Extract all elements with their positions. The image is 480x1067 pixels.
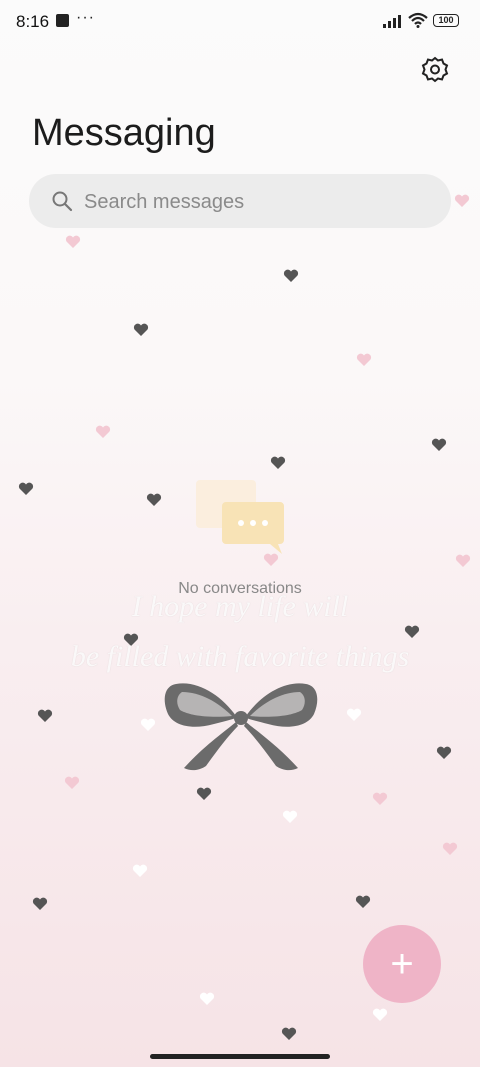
search-icon bbox=[52, 191, 73, 212]
status-time: 8:16 bbox=[16, 12, 50, 31]
heart-icon bbox=[18, 482, 34, 495]
more-notifications-icon: ··· bbox=[76, 9, 95, 26]
heart-icon bbox=[436, 746, 452, 759]
wallpaper-quote-line2: be filled with favorite things bbox=[70, 640, 410, 673]
heart-icon bbox=[132, 864, 148, 877]
heart-icon bbox=[64, 776, 80, 789]
heart-icon bbox=[404, 625, 420, 638]
search-bar[interactable]: Search messages bbox=[29, 174, 451, 228]
heart-icon bbox=[283, 269, 299, 282]
bow-icon bbox=[164, 683, 318, 771]
notification-icon bbox=[56, 14, 69, 27]
settings-gear-icon[interactable] bbox=[420, 55, 450, 85]
heart-icon bbox=[372, 792, 388, 805]
heart-icon bbox=[355, 895, 371, 908]
wifi-icon bbox=[408, 12, 428, 28]
heart-icon bbox=[196, 787, 212, 800]
heart-icon bbox=[270, 456, 286, 469]
status-bar: 8:16 ··· 100 bbox=[0, 0, 480, 44]
heart-icon bbox=[454, 194, 470, 207]
heart-icon bbox=[32, 897, 48, 910]
new-conversation-button[interactable]: + bbox=[363, 925, 441, 1003]
heart-icon bbox=[37, 709, 53, 722]
heart-icon bbox=[95, 425, 111, 438]
heart-icon bbox=[140, 718, 156, 731]
heart-icon bbox=[356, 353, 372, 366]
heart-icon bbox=[146, 493, 162, 506]
heart-icon bbox=[282, 810, 298, 823]
heart-icon bbox=[431, 438, 447, 451]
heart-icon bbox=[346, 708, 362, 721]
search-input[interactable]: Search messages bbox=[84, 191, 244, 214]
heart-icon bbox=[455, 554, 471, 567]
chat-bubbles-icon bbox=[196, 480, 284, 554]
heart-icon bbox=[281, 1027, 297, 1040]
battery-icon: 100 bbox=[433, 14, 459, 27]
wallpaper-quote-line1: I hope my life will bbox=[131, 590, 349, 623]
signal-icon bbox=[383, 15, 401, 28]
heart-icon bbox=[372, 1008, 388, 1021]
home-indicator[interactable] bbox=[150, 1054, 330, 1059]
plus-icon: + bbox=[390, 942, 414, 986]
heart-icon bbox=[442, 842, 458, 855]
heart-icon bbox=[133, 323, 149, 336]
heart-icon bbox=[65, 235, 81, 248]
page-title: Messaging bbox=[32, 112, 216, 154]
heart-icon bbox=[199, 992, 215, 1005]
